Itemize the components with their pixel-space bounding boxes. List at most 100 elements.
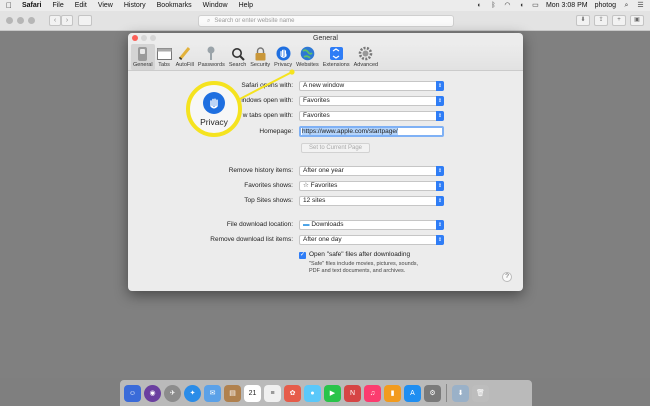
close-window-button[interactable] xyxy=(6,17,13,24)
status-area: ◐ ᛒ ◠ ◖ ▭ Mon 3:08 PM photog ⌕ ☰ xyxy=(476,2,644,9)
remove-download-select[interactable]: After one day ⇕ xyxy=(299,235,444,245)
tab-websites[interactable]: Websites xyxy=(294,44,321,70)
volume-icon[interactable]: ◖ xyxy=(518,2,525,9)
hand-icon xyxy=(203,91,225,114)
safari-opens-select[interactable]: A new window ⇕ xyxy=(299,81,444,91)
wifi-icon[interactable]: ◠ xyxy=(504,2,511,9)
browser-right-buttons: ⬇ ⇪ + ▣ xyxy=(576,15,644,26)
messages-icon[interactable]: ● xyxy=(304,384,321,402)
menu-app-name[interactable]: Safari xyxy=(22,2,41,9)
select-value: 12 sites xyxy=(303,197,326,204)
calendar-icon[interactable]: 21 xyxy=(244,384,261,402)
finder-icon[interactable]: ☺ xyxy=(124,384,141,402)
tabs-open-select[interactable]: Favorites ⇕ xyxy=(299,111,444,121)
remove-history-label: Remove history items: xyxy=(228,167,293,174)
tab-security[interactable]: Security xyxy=(248,44,272,70)
zoom-window-button[interactable] xyxy=(28,17,35,24)
app-store-icon[interactable]: A xyxy=(404,384,421,402)
news-icon[interactable]: N xyxy=(344,384,361,402)
pencil-icon xyxy=(177,46,192,61)
tab-passwords[interactable]: Passwords xyxy=(196,44,227,70)
safe-files-note: "Safe" files include movies, pictures, s… xyxy=(309,261,419,274)
books-icon[interactable]: ▮ xyxy=(384,384,401,402)
siri-icon[interactable]: ◉ xyxy=(144,384,161,402)
system-preferences-icon[interactable]: ⚙ xyxy=(424,384,441,402)
homepage-field[interactable]: https://www.apple.com/startpage/ xyxy=(299,126,444,137)
notification-center-icon[interactable]: ☰ xyxy=(637,2,644,9)
favorites-shows-select[interactable]: ☆ Favorites ⇕ xyxy=(299,181,444,191)
minimize-window-button[interactable] xyxy=(17,17,24,24)
download-location-select[interactable]: ▬ Downloads ⇕ xyxy=(299,220,444,230)
chevron-down-icon: ⇕ xyxy=(436,235,444,245)
tabs-icon xyxy=(156,46,172,61)
top-sites-select[interactable]: 12 sites ⇕ xyxy=(299,196,444,206)
calendar-day: 21 xyxy=(248,389,257,397)
menu-edit[interactable]: Edit xyxy=(75,2,87,9)
select-value: Favorites xyxy=(303,112,330,119)
remove-download-label: Remove download list items: xyxy=(210,236,293,243)
downloads-folder-icon[interactable]: ⬇ xyxy=(452,384,469,402)
contacts-icon[interactable]: ▤ xyxy=(224,384,241,402)
search-icon: ⌕ xyxy=(207,17,211,24)
trash-icon[interactable]: 🗑 xyxy=(472,384,489,402)
chevron-down-icon: ⇕ xyxy=(436,196,444,206)
tab-privacy[interactable]: Privacy xyxy=(272,44,294,70)
menu-bar:  Safari File Edit View History Bookmark… xyxy=(0,0,650,11)
menu-help[interactable]: Help xyxy=(239,2,253,9)
battery-icon[interactable]: ▭ xyxy=(532,2,539,9)
user-name[interactable]: photog xyxy=(595,2,616,9)
safari-icon[interactable]: ✦ xyxy=(184,384,201,402)
open-safe-files-checkbox[interactable]: ✓ xyxy=(299,252,306,259)
launchpad-icon[interactable]: ✈ xyxy=(164,384,181,402)
downloads-button[interactable]: ⬇ xyxy=(576,15,590,26)
tab-label: Search xyxy=(228,62,247,68)
share-button[interactable]: ⇪ xyxy=(594,15,608,26)
set-current-page-button[interactable]: Set to Current Page xyxy=(301,143,370,153)
forward-button[interactable]: › xyxy=(61,15,73,26)
sidebar-button[interactable] xyxy=(78,15,92,26)
menu-view[interactable]: View xyxy=(98,2,113,9)
tab-search[interactable]: Search xyxy=(227,44,248,70)
tab-extensions[interactable]: Extensions xyxy=(321,44,352,70)
tab-general[interactable]: General xyxy=(131,44,155,70)
preferences-window: General General Tabs AutoFill Passwords … xyxy=(128,33,523,291)
remove-history-select[interactable]: After one year ⇕ xyxy=(299,166,444,176)
preferences-toolbar: General Tabs AutoFill Passwords Search S… xyxy=(128,44,523,71)
photos-icon[interactable]: ✿ xyxy=(284,384,301,402)
facetime-icon[interactable]: ▶ xyxy=(324,384,341,402)
gear-icon xyxy=(358,46,373,61)
apple-icon[interactable]:  xyxy=(6,1,14,10)
puzzle-icon xyxy=(329,46,344,61)
back-button[interactable]: ‹ xyxy=(49,15,61,26)
tab-autofill[interactable]: AutoFill xyxy=(174,44,196,70)
new-tab-button[interactable]: + xyxy=(612,15,626,26)
mail-icon[interactable]: ✉ xyxy=(204,384,221,402)
tab-overview-button[interactable]: ▣ xyxy=(630,15,644,26)
tab-tabs[interactable]: Tabs xyxy=(155,44,174,70)
help-button[interactable]: ? xyxy=(502,272,512,282)
menu-file[interactable]: File xyxy=(52,2,63,9)
menu-bookmarks[interactable]: Bookmarks xyxy=(157,2,192,9)
tab-label: Tabs xyxy=(158,62,170,68)
dock: ☺ ◉ ✈ ✦ ✉ ▤ 21 ≡ ✿ ● ▶ N ♫ ▮ A ⚙ ⬇ 🗑 xyxy=(120,380,532,406)
music-icon[interactable]: ♫ xyxy=(364,384,381,402)
chevron-down-icon: ⇕ xyxy=(436,96,444,106)
favorites-shows-label: Favorites shows: xyxy=(244,182,293,189)
clock[interactable]: Mon 3:08 PM xyxy=(546,2,588,9)
tab-label: Privacy xyxy=(274,62,293,68)
notes-icon[interactable]: ≡ xyxy=(264,384,281,402)
address-bar[interactable]: ⌕ Search or enter website name xyxy=(198,15,454,27)
prefs-close-button[interactable] xyxy=(132,35,138,41)
switch-icon xyxy=(135,46,150,61)
tab-label: Security xyxy=(250,62,271,68)
download-location-label: File download location: xyxy=(226,221,293,228)
windows-open-select[interactable]: Favorites ⇕ xyxy=(299,96,444,106)
dock-separator xyxy=(446,384,447,402)
spotlight-icon[interactable]: ⌕ xyxy=(623,2,630,9)
menu-history[interactable]: History xyxy=(124,2,146,9)
bluetooth-icon[interactable]: ᛒ xyxy=(490,2,497,9)
menu-window[interactable]: Window xyxy=(203,2,228,9)
sync-icon[interactable]: ◐ xyxy=(476,2,483,9)
open-safe-files-label: Open "safe" files after downloading xyxy=(309,251,411,258)
tab-advanced[interactable]: Advanced xyxy=(352,44,380,70)
